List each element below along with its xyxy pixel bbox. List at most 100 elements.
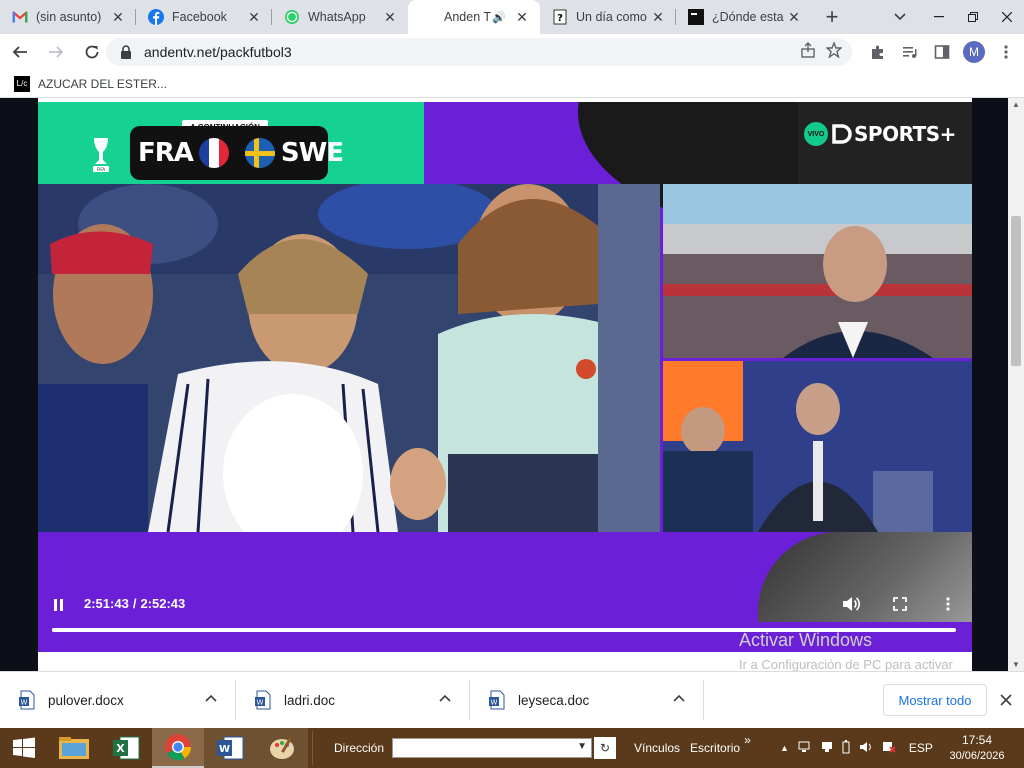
chevron-up-icon[interactable]: [439, 691, 451, 705]
power-icon[interactable]: [842, 739, 850, 757]
match-scoreboard: FRA SWE: [130, 126, 344, 180]
svg-text:W: W: [219, 744, 230, 755]
excel-icon[interactable]: X: [100, 728, 152, 768]
svg-text:X: X: [116, 742, 125, 755]
bookmark-star-icon[interactable]: [825, 41, 843, 62]
windows-start-icon[interactable]: [0, 728, 48, 768]
black-page-icon: [688, 9, 704, 25]
download-filename: leyseca.doc: [518, 692, 590, 708]
close-tab-icon[interactable]: ✕: [110, 9, 126, 26]
tab-search-chevron-icon[interactable]: [886, 0, 914, 34]
word-doc-icon: W: [255, 690, 271, 710]
tunnel-scene-image: [663, 361, 972, 532]
close-tab-icon[interactable]: ✕: [382, 9, 398, 26]
more-toolbars-chevron[interactable]: »: [744, 733, 751, 747]
reload-icon[interactable]: [76, 36, 108, 68]
blank-favicon-icon: [420, 9, 436, 25]
chevron-down-icon[interactable]: ▼: [577, 741, 587, 752]
page-scrollbar[interactable]: ▲ ▼: [1008, 98, 1024, 671]
word-doc-icon: W: [19, 690, 35, 710]
broadcaster-name: SPORTS+: [854, 122, 956, 146]
window-controls: [922, 0, 1024, 34]
links-toolbar-label[interactable]: Vínculos: [634, 741, 680, 755]
media-queue-icon[interactable]: [894, 36, 926, 68]
volume-icon[interactable]: [842, 596, 861, 615]
download-item[interactable]: W ladri.doc: [236, 680, 470, 720]
close-downloads-icon[interactable]: [996, 686, 1016, 714]
svg-text:W: W: [257, 699, 264, 707]
url-text[interactable]: andentv.net/packfutbol3: [144, 44, 292, 60]
usb-device-icon[interactable]: [821, 741, 833, 756]
scroll-up-arrow-icon[interactable]: ▲: [1008, 100, 1024, 109]
chevron-up-icon[interactable]: [205, 691, 217, 705]
minimize-icon[interactable]: [922, 0, 956, 34]
address-bar[interactable]: andentv.net/packfutbol3: [106, 38, 852, 66]
home-team-code: FRA: [138, 138, 194, 168]
close-tab-icon[interactable]: ✕: [650, 9, 666, 26]
input-language[interactable]: ESP: [909, 741, 933, 755]
progress-bar[interactable]: [52, 628, 956, 632]
facebook-icon: [148, 9, 164, 25]
close-window-icon[interactable]: [990, 0, 1024, 34]
extensions-puzzle-icon[interactable]: [862, 36, 894, 68]
back-arrow-icon[interactable]: [4, 36, 36, 68]
network-icon[interactable]: [798, 741, 812, 756]
fullscreen-icon[interactable]: [893, 597, 907, 614]
new-tab-button[interactable]: +: [818, 0, 846, 34]
taskbar-address-input[interactable]: ▼: [392, 738, 593, 758]
world-cup-trophy-icon: FIFA: [93, 138, 109, 172]
tab-label: ¿Dónde esta: [712, 10, 784, 24]
bookmark-item[interactable]: AZUCAR DEL ESTER...: [38, 77, 167, 91]
pause-icon[interactable]: [52, 598, 66, 615]
player-menu-icon[interactable]: [946, 597, 950, 614]
tab-label: Anden T: [444, 10, 492, 24]
side-panel-icon[interactable]: [926, 36, 958, 68]
tab-andentv[interactable]: Anden T 🔊 ✕: [408, 0, 540, 34]
tab-donde-esta[interactable]: ¿Dónde esta ✕: [676, 0, 812, 34]
close-tab-icon[interactable]: ✕: [246, 9, 262, 26]
clock-time: 17:54: [961, 733, 993, 747]
address-bar-actions: [800, 41, 843, 62]
notification-alert-icon[interactable]: [882, 741, 896, 756]
profile-avatar[interactable]: M: [963, 41, 985, 63]
speaker-icon[interactable]: 🔊: [492, 11, 506, 24]
desktop-toolbar-label[interactable]: Escritorio: [690, 741, 740, 755]
tab-whatsapp[interactable]: WhatsApp ✕: [272, 0, 408, 34]
taskbar-refresh-icon[interactable]: ↻: [594, 737, 617, 759]
show-all-downloads-button[interactable]: Mostrar todo: [883, 684, 987, 716]
whatsapp-icon: [284, 9, 300, 25]
scroll-down-arrow-icon[interactable]: ▼: [1008, 660, 1024, 669]
word-doc-icon: W: [489, 690, 505, 710]
restore-icon[interactable]: [956, 0, 990, 34]
video-player[interactable]: FIFA A CONTINUACIÓN FRA SWE VIVO SPORTS+: [38, 102, 972, 652]
tab-label: Facebook: [172, 10, 227, 24]
address-toolbar-label: Dirección: [334, 741, 385, 755]
taskbar-clock[interactable]: 17:54 30/06/2026: [944, 732, 1010, 764]
tab-facebook[interactable]: Facebook ✕: [136, 0, 272, 34]
share-icon[interactable]: [800, 42, 816, 62]
svg-text:FIFA: FIFA: [97, 167, 105, 172]
word-icon[interactable]: W: [204, 728, 256, 768]
volume-tray-icon[interactable]: [859, 741, 873, 756]
scrollbar-thumb[interactable]: [1011, 216, 1021, 366]
close-tab-icon[interactable]: ✕: [786, 9, 802, 26]
menu-kebab-icon[interactable]: [990, 36, 1022, 68]
chrome-icon[interactable]: [152, 728, 204, 768]
download-item[interactable]: W leyseca.doc: [470, 680, 704, 720]
forward-arrow-icon[interactable]: [40, 36, 72, 68]
paint-icon[interactable]: [256, 728, 308, 768]
page-side-left: [0, 98, 38, 671]
tab-gmail[interactable]: (sin asunto) ✕: [0, 0, 136, 34]
show-hidden-icons-arrow-icon[interactable]: ▲: [780, 743, 789, 753]
close-tab-icon[interactable]: ✕: [514, 9, 530, 26]
file-explorer-icon[interactable]: [48, 728, 100, 768]
video-frame-coach-france: [663, 184, 972, 358]
tab-un-dia-como[interactable]: ? Un día como ✕: [540, 0, 676, 34]
download-item[interactable]: W pulover.docx: [0, 680, 236, 720]
question-page-icon: ?: [552, 9, 568, 25]
lock-icon[interactable]: [120, 45, 132, 59]
total-time: 2:52:43: [140, 596, 186, 611]
chevron-up-icon[interactable]: [673, 691, 685, 705]
downloads-bar: W pulover.docx W ladri.doc W leyseca.doc…: [0, 671, 1024, 728]
sweden-flag-icon: [244, 138, 275, 168]
